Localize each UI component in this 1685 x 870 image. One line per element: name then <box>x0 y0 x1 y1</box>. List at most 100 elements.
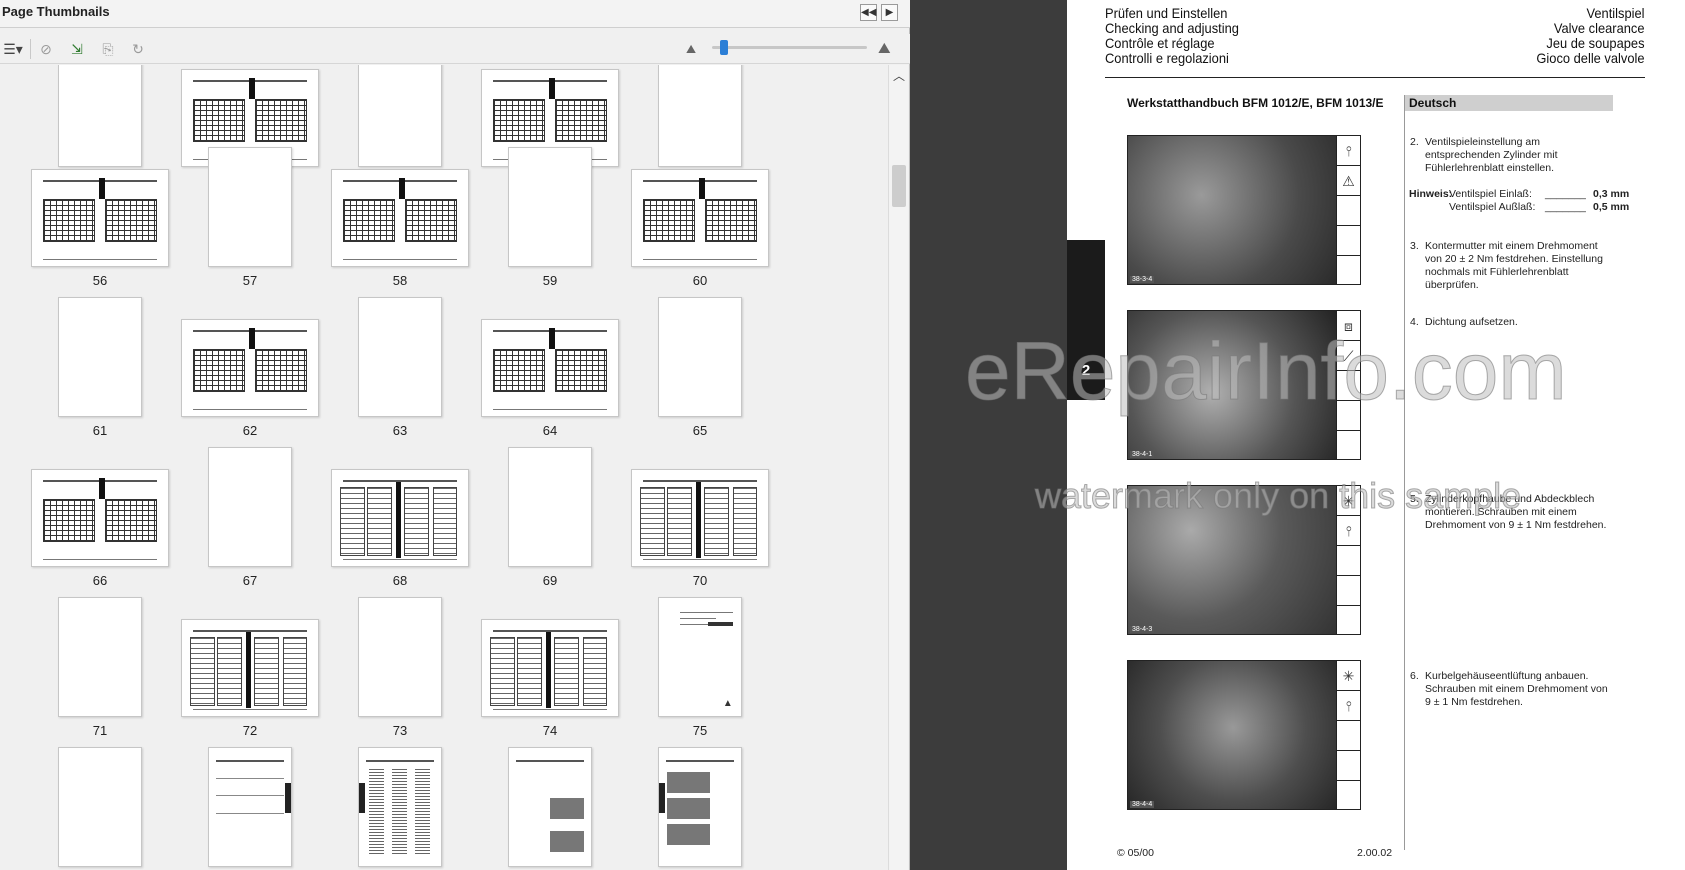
empty-icon-cell <box>1337 431 1360 461</box>
insert-pages-icon[interactable]: ⇲ <box>65 38 89 60</box>
empty-icon-cell <box>1337 256 1360 286</box>
empty-icon-cell <box>1337 546 1360 576</box>
page-thumbnail-image[interactable] <box>358 297 442 417</box>
page-thumbnail-image[interactable] <box>658 297 742 417</box>
header-rule <box>1105 77 1645 78</box>
page-thumbnail-image[interactable] <box>481 319 619 417</box>
header-right-fr: Jeu de soupapes <box>1546 35 1645 51</box>
page-thumbnail-image[interactable] <box>631 469 769 567</box>
photo-caption: 38-4-1 <box>1130 451 1155 458</box>
page-thumbnail-image[interactable] <box>331 169 469 267</box>
page-thumbnails-panel: Page Thumbnails ◀◀ ▶ ☰▾ ⊘ ⇲ ⎘ ↻ ⛰ ⛰ 5152… <box>0 0 910 870</box>
page-thumbnail-image[interactable] <box>58 297 142 417</box>
page-thumbnail-image[interactable] <box>181 319 319 417</box>
page-thumbnail-number: 62 <box>242 423 258 438</box>
page-thumbnail-number: 56 <box>92 273 108 288</box>
engine-photo <box>1128 661 1336 809</box>
page-thumbnail-image[interactable] <box>358 65 442 167</box>
page-thumbnail-image[interactable] <box>208 147 292 267</box>
page-thumbnail-image[interactable] <box>508 147 592 267</box>
torque-pattern-icon: ✳ <box>1337 661 1360 691</box>
rotate-pages-icon[interactable]: ↻ <box>126 38 150 60</box>
page-thumbnail-image[interactable] <box>31 169 169 267</box>
empty-icon-cell <box>1337 606 1360 636</box>
page-thumbnail-image[interactable]: ▲ <box>658 597 742 717</box>
page-thumbnail-number: 71 <box>92 723 108 738</box>
options-menu-icon[interactable]: ☰▾ <box>0 38 26 60</box>
page-thumbnail-image[interactable] <box>208 447 292 567</box>
hint-inlet-value: 0,3 mm <box>1593 188 1630 200</box>
page-thumbnail-number: 74 <box>542 723 558 738</box>
delete-pages-icon[interactable]: ⊘ <box>34 38 58 60</box>
panel-header: Page Thumbnails ◀◀ ▶ <box>0 0 910 28</box>
page-thumbnail-image[interactable] <box>658 65 742 167</box>
page-thumbnail-number: 75 <box>692 723 708 738</box>
page-thumbnail-image[interactable] <box>58 65 142 167</box>
hint-label: Hinweis: <box>1409 188 1453 200</box>
page-thumbnail-number: 57 <box>242 273 258 288</box>
header-right-titles: Ventilspiel Valve clearance Jeu de soupa… <box>1537 6 1645 66</box>
thumbnail-size-slider[interactable] <box>712 46 867 49</box>
empty-icon-cell <box>1337 196 1360 226</box>
step-3: 3. Kontermutter mit einem Drehmoment von… <box>1410 240 1610 292</box>
manual-title: Werkstatthandbuch BFM 1012/E, BFM 1013/E <box>1127 96 1384 110</box>
scrollbar-thumb[interactable] <box>892 165 906 207</box>
page-thumbnail-image[interactable] <box>508 447 592 567</box>
procedure-photo: 38-4-4 <box>1127 660 1337 810</box>
page-thumbnail-image[interactable] <box>331 469 469 567</box>
tool-icon: ⫯ <box>1337 136 1360 166</box>
page-thumbnail-number: 58 <box>392 273 408 288</box>
language-label: Deutsch <box>1409 96 1457 110</box>
hint-inlet-blank: _______ <box>1545 188 1586 200</box>
header-left-de: Prüfen und Einstellen <box>1105 5 1228 21</box>
watermark-text: eRepairInfo.com <box>965 326 1568 418</box>
step-number: 2. <box>1410 136 1419 148</box>
thumbnail-scrollbar[interactable]: ︿ <box>888 65 908 870</box>
step-number: 3. <box>1410 240 1419 252</box>
document-background <box>910 0 1067 870</box>
procedure-icon-column: ✳ ⫯ <box>1337 660 1361 810</box>
footer-page-number: 2.00.02 <box>1357 847 1393 859</box>
page-thumbnail-number: 72 <box>242 723 258 738</box>
page-thumbnail-image[interactable] <box>58 747 142 867</box>
page-thumbnail-number: 69 <box>542 573 558 588</box>
panel-title: Page Thumbnails <box>2 4 110 19</box>
expand-right-button[interactable]: ▶ <box>881 4 898 21</box>
page-thumbnail-image[interactable] <box>508 747 592 867</box>
step-number: 6. <box>1410 670 1419 682</box>
collapse-left-button[interactable]: ◀◀ <box>860 4 877 21</box>
step-text: Kontermutter mit einem Drehmoment von 20… <box>1425 240 1603 291</box>
zoom-in-mountain-icon[interactable]: ⛰ <box>878 40 891 57</box>
header-right-en: Valve clearance <box>1554 20 1645 36</box>
page-thumbnail-number: 61 <box>92 423 108 438</box>
page-thumbnail-image[interactable] <box>208 747 292 867</box>
hint-outlet-value: 0,5 mm <box>1593 201 1630 213</box>
page-thumbnail-number: 60 <box>692 273 708 288</box>
thumbnail-size-slider-handle[interactable] <box>720 40 728 55</box>
scroll-up-arrow-icon[interactable]: ︿ <box>889 67 909 85</box>
page-thumbnail-number: 67 <box>242 573 258 588</box>
photo-caption: 38-3-4 <box>1130 276 1155 283</box>
empty-icon-cell <box>1337 576 1360 606</box>
watermark-subtext: watermark only on this sample <box>1034 475 1522 517</box>
page-thumbnail-number: 68 <box>392 573 408 588</box>
page-thumbnail-image[interactable] <box>58 597 142 717</box>
page-thumbnail-image[interactable] <box>181 619 319 717</box>
page-thumbnail-number: 66 <box>92 573 108 588</box>
empty-icon-cell <box>1337 226 1360 256</box>
engine-photo <box>1128 136 1336 284</box>
page-thumbnail-image[interactable] <box>358 597 442 717</box>
page-thumbnail-image[interactable] <box>658 747 742 867</box>
header-right-it: Gioco delle valvole <box>1536 50 1645 66</box>
extract-pages-icon[interactable]: ⎘ <box>96 38 120 60</box>
page-thumbnail-image[interactable] <box>631 169 769 267</box>
header-left-titles: Prüfen und Einstellen Checking and adjus… <box>1105 6 1239 66</box>
document-page[interactable]: Prüfen und Einstellen Checking and adjus… <box>1067 0 1685 870</box>
tool-icon: ⫯ <box>1337 691 1360 721</box>
zoom-out-mountain-icon[interactable]: ⛰ <box>686 42 696 57</box>
page-thumbnail-image[interactable] <box>358 747 442 867</box>
photo-caption: 38-4-4 <box>1130 801 1155 808</box>
page-thumbnail-number: 70 <box>692 573 708 588</box>
page-thumbnail-image[interactable] <box>31 469 169 567</box>
page-thumbnail-image[interactable] <box>481 619 619 717</box>
